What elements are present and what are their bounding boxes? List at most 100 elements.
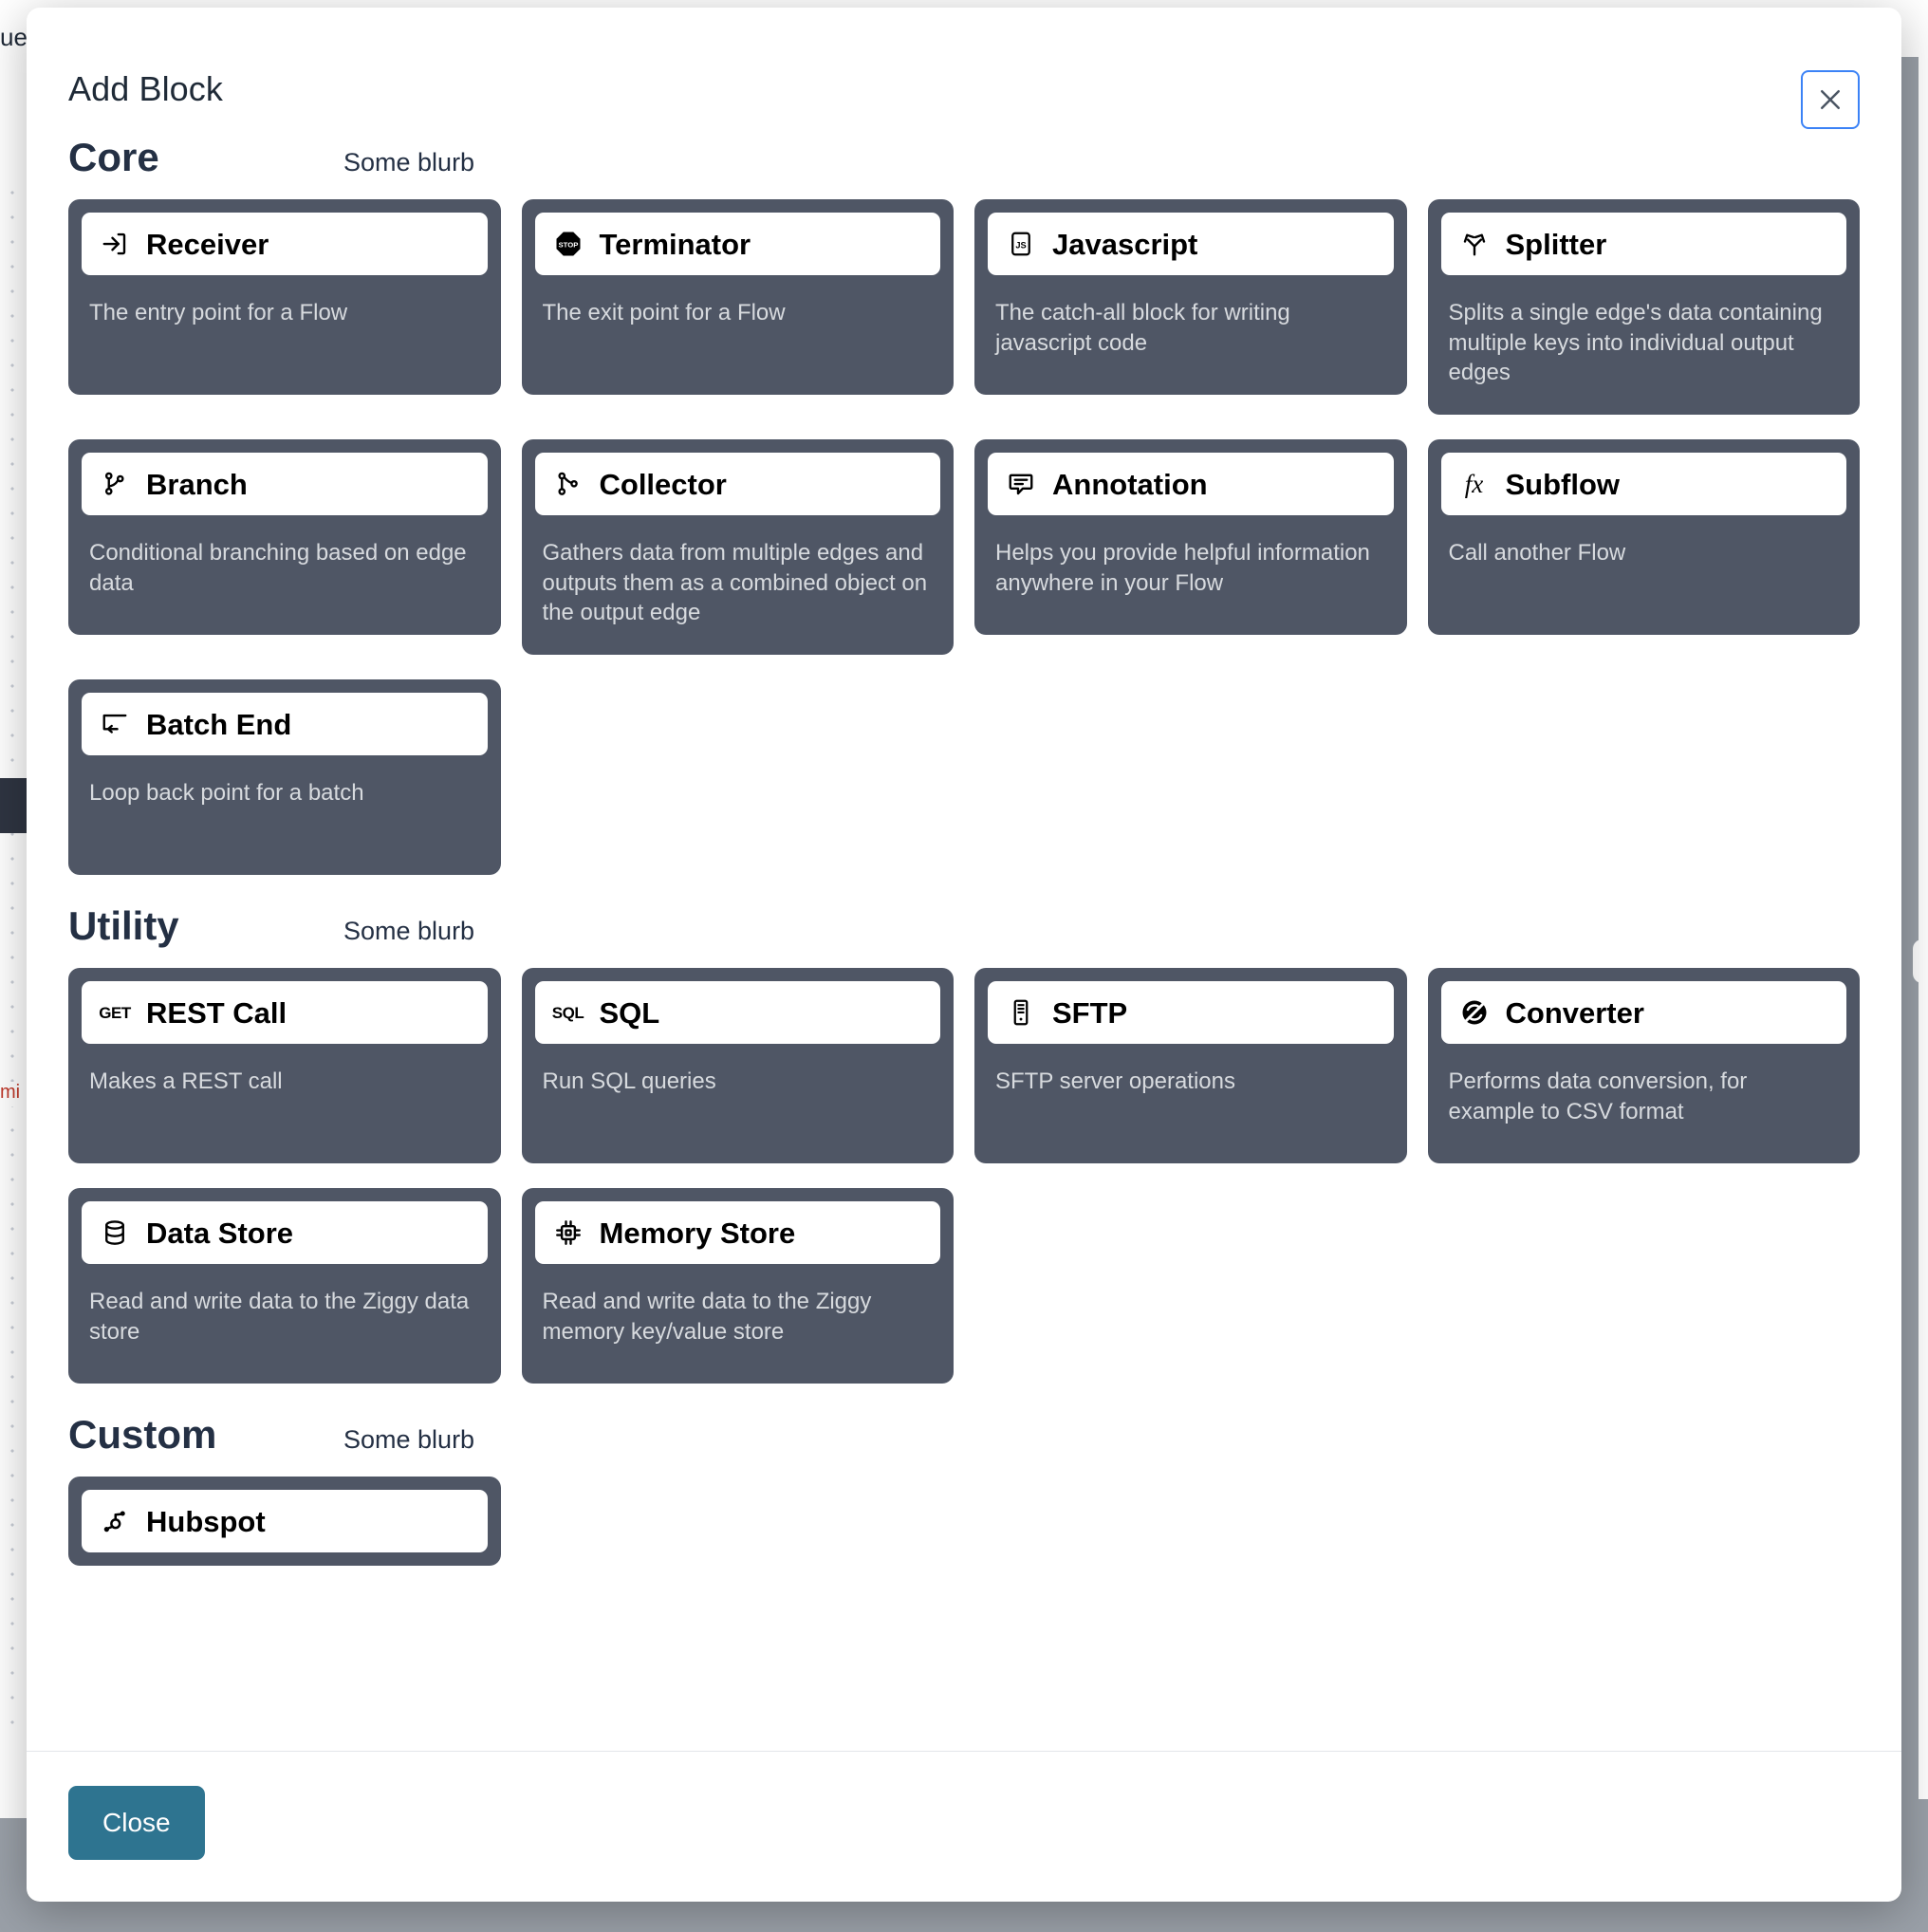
block-card-description: Performs data conversion, for example to… xyxy=(1448,1068,1748,1124)
block-card-title: Splitter xyxy=(1505,227,1607,261)
block-card-description: Splits a single edge's data containing m… xyxy=(1448,300,1823,386)
block-card-sql[interactable]: SQL SQL Run SQL queries xyxy=(521,968,954,1164)
git-branch-icon xyxy=(99,468,131,500)
comment-icon xyxy=(1005,468,1037,500)
server-icon xyxy=(1005,996,1037,1029)
block-card-description: Makes a REST call xyxy=(89,1068,283,1095)
block-card-title: Receiver xyxy=(146,227,269,261)
block-card-header[interactable]: SFTP xyxy=(988,981,1394,1045)
hubspot-icon xyxy=(99,1505,131,1537)
block-card-sftp[interactable]: SFTP SFTP server operations xyxy=(974,968,1407,1164)
block-card-header[interactable]: Data Store xyxy=(82,1201,488,1265)
block-card-title: REST Call xyxy=(146,995,287,1030)
split-arrows-icon xyxy=(1458,228,1491,260)
js-badge-icon: JS xyxy=(1005,228,1037,260)
block-card-description: Conditional branching based on edge data xyxy=(89,540,467,596)
section-title: Core xyxy=(68,135,159,179)
section-header-core: Core Some blurb xyxy=(68,135,1860,179)
sql-badge-icon: SQL xyxy=(551,1003,584,1022)
close-icon xyxy=(1816,85,1845,114)
block-card-description: The entry point for a Flow xyxy=(89,300,348,326)
block-card-rest-call[interactable]: GET REST Call Makes a REST call xyxy=(68,968,501,1164)
app-right-panel xyxy=(1919,57,1928,1799)
block-card-description: Helps you provide helpful information an… xyxy=(995,540,1370,596)
block-card-header[interactable]: Hubspot xyxy=(82,1490,488,1553)
block-card-receiver[interactable]: Receiver The entry point for a Flow xyxy=(68,199,501,396)
block-card-title: Javascript xyxy=(1052,227,1198,261)
block-sections: Core Some blurb Receiver The entry point fo… xyxy=(68,135,1860,1567)
block-card-splitter[interactable]: Splitter Splits a single edge's data cont… xyxy=(1427,199,1860,416)
block-grid-utility: GET REST Call Makes a REST call SQL SQL Run S… xyxy=(68,968,1860,1384)
block-card-header[interactable]: SQL SQL xyxy=(534,981,940,1045)
block-card-header[interactable]: Collector xyxy=(534,453,940,516)
section-title: Custom xyxy=(68,1412,217,1458)
dialog-footer: Close xyxy=(27,1751,1901,1902)
block-grid-custom: Hubspot xyxy=(68,1477,1860,1567)
block-card-title: Collector xyxy=(599,467,727,501)
section-blurb: Some blurb xyxy=(343,917,475,946)
dialog-title: Add Block xyxy=(68,69,223,108)
get-badge-icon: GET xyxy=(99,1003,131,1022)
block-card-header[interactable]: GET REST Call xyxy=(82,981,488,1045)
login-arrow-icon xyxy=(99,228,131,260)
block-card-annotation[interactable]: Annotation Helps you provide helpful info… xyxy=(974,439,1407,636)
block-card-description: The catch-all block for writing javascri… xyxy=(995,300,1290,356)
block-card-title: Branch xyxy=(146,467,248,501)
section-blurb: Some blurb xyxy=(343,1425,475,1455)
fx-icon: fx xyxy=(1464,469,1484,498)
block-card-description: Run SQL queries xyxy=(542,1068,716,1095)
block-card-javascript[interactable]: JS Javascript The catch-all block for writ… xyxy=(974,199,1407,396)
block-card-header[interactable]: Receiver xyxy=(82,213,488,276)
block-card-header[interactable]: Annotation xyxy=(988,453,1394,516)
block-card-description: Gathers data from multiple edges and out… xyxy=(542,540,928,626)
block-card-title: Annotation xyxy=(1052,467,1208,501)
stop-sign-icon: STOP xyxy=(552,228,584,260)
block-card-description: The exit point for a Flow xyxy=(542,300,786,326)
block-card-description: Call another Flow xyxy=(1448,540,1626,567)
section-blurb: Some blurb xyxy=(343,148,475,176)
block-card-title: Batch End xyxy=(146,707,292,741)
block-card-title: Terminator xyxy=(599,227,751,261)
block-card-header[interactable]: JS Javascript xyxy=(988,213,1394,276)
close-button[interactable]: Close xyxy=(68,1786,205,1860)
block-card-title: Hubspot xyxy=(146,1504,266,1538)
block-grid-core: Receiver The entry point for a Flow STOP Te… xyxy=(68,199,1860,876)
block-card-header[interactable]: Converter xyxy=(1440,981,1846,1045)
svg-text:JS: JS xyxy=(1015,241,1026,251)
git-merge-icon xyxy=(552,468,584,500)
block-card-header[interactable]: Branch xyxy=(82,453,488,516)
block-card-header[interactable]: Memory Store xyxy=(534,1201,940,1265)
section-header-utility: Utility Some blurb xyxy=(68,905,1860,947)
database-icon xyxy=(99,1217,131,1249)
block-card-title: Subflow xyxy=(1505,467,1621,501)
block-card-header[interactable]: STOP Terminator xyxy=(534,213,940,276)
block-card-converter[interactable]: Converter Performs data conversion, for e… xyxy=(1427,968,1860,1164)
block-card-hubspot[interactable]: Hubspot xyxy=(68,1477,501,1567)
close-icon-button[interactable] xyxy=(1801,70,1860,129)
section-header-custom: Custom Some blurb xyxy=(68,1414,1860,1456)
convert-icon xyxy=(1458,996,1491,1029)
block-card-description: SFTP server operations xyxy=(995,1068,1235,1095)
svg-text:STOP: STOP xyxy=(558,240,578,249)
block-card-terminator[interactable]: STOP Terminator The exit point for a Flow xyxy=(521,199,954,396)
block-card-title: SFTP xyxy=(1052,995,1128,1030)
block-card-data-store[interactable]: Data Store Read and write data to the Zig… xyxy=(68,1188,501,1384)
block-card-description: Read and write data to the Ziggy memory … xyxy=(542,1289,872,1345)
block-card-subflow[interactable]: fx Subflow Call another Flow xyxy=(1427,439,1860,636)
block-card-header[interactable]: Batch End xyxy=(82,693,488,756)
cpu-chip-icon xyxy=(552,1217,584,1249)
block-card-title: Data Store xyxy=(146,1216,294,1250)
app-right-panel-handle[interactable] xyxy=(1913,939,1928,983)
block-card-header[interactable]: fx Subflow xyxy=(1440,453,1846,516)
block-card-memory-store[interactable]: Memory Store Read and write data to the Z… xyxy=(521,1188,954,1384)
block-card-title: SQL xyxy=(599,995,660,1030)
block-card-branch[interactable]: Branch Conditional branching based on edg… xyxy=(68,439,501,636)
section-title: Utility xyxy=(68,903,179,949)
block-card-collector[interactable]: Collector Gathers data from multiple edge… xyxy=(521,439,954,656)
loop-back-icon xyxy=(99,708,131,740)
block-card-description: Loop back point for a batch xyxy=(89,780,364,807)
block-card-batch-end[interactable]: Batch End Loop back point for a batch xyxy=(68,679,501,876)
dialog-body: Add Block Core Some blurb Receiver The entr… xyxy=(27,8,1901,1751)
block-card-header[interactable]: Splitter xyxy=(1440,213,1846,276)
block-card-description: Read and write data to the Ziggy data st… xyxy=(89,1289,470,1345)
